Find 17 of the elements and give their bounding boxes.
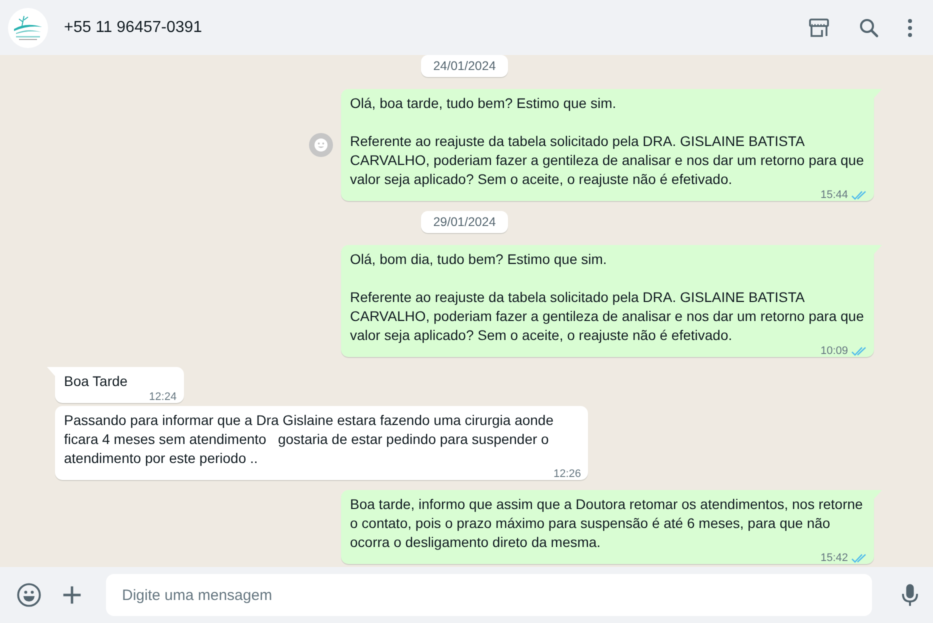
contact-name: +55 11 96457-0391 [64,18,202,36]
message-text: Passando para informar que a Dra Gislaine estara fazendo uma cirurgia aonde ficara 4 meses sem atendimento gostaria de estar pedindo para suspender o atendimento por este periodo .. [64,412,555,466]
message-time: 15:44 [820,189,848,201]
store-icon[interactable] [807,16,831,40]
message-input[interactable]: Digite uma mensagem [106,574,872,616]
message-text: Olá, boa tarde, tudo bem? Estimo que sim. Referente ao reajuste da tabela solicitado pela DRA. GISLAINE BATISTA CARVALHO, poderiam fazer a gentileza de analisar e nos dar um retorno para que valor seja aplicado? Sem o aceite, o reajuste não é efetivado. [350,95,865,187]
avatar-logo-icon[interactable] [8,8,48,48]
date-separator: 29/01/2024 [421,211,508,233]
message-text: Boa Tarde [64,373,128,389]
date-separator: 24/01/2024 [421,55,508,77]
message-time: 15:42 [820,552,848,564]
message-text: Boa tarde, informo que assim que a Doutora retomar os atendimentos, nos retorne o contato, pois o prazo máximo para suspensão é até 6 meses, para que não ocorra o desligamento direto da mesma. [350,496,864,550]
message-time: 12:26 [553,468,581,480]
message-time: 10:09 [820,345,848,357]
message-time: 12:24 [149,391,177,403]
emoji-icon[interactable] [16,582,42,608]
message-text: Olá, bom dia, tudo bem? Estimo que sim. Referente ao reajuste da tabela solicitado pela DRA. GISLAINE BATISTA CARVALHO, poderiam fazer a gentileza de analisar e nos dar um retorno para que valor seja aplicado? Sem o aceite, o reajuste não é efetivado. [350,251,865,343]
